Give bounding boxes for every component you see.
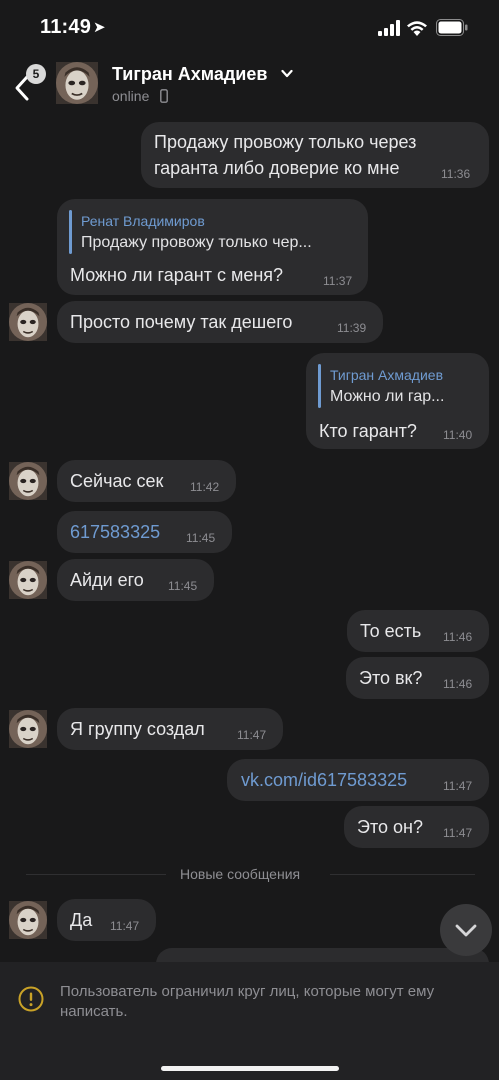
message-incoming[interactable]: 617583325 11:45: [57, 511, 232, 553]
home-indicator[interactable]: [161, 1066, 339, 1071]
message-outgoing[interactable]: Тигран Ахмадиев Можно ли гар... Кто гара…: [306, 353, 489, 449]
message-text: Да: [70, 910, 93, 930]
new-messages-divider: Новые сообщения: [180, 866, 301, 882]
battery-icon: [436, 19, 468, 36]
message-time: 11:47: [110, 919, 140, 933]
sender-avatar[interactable]: [9, 901, 47, 939]
message-text: То есть: [360, 621, 422, 641]
message-time: 11:46: [443, 677, 473, 691]
reply-text[interactable]: Продажу провожу только чер...: [81, 234, 312, 252]
message-time: 11:40: [443, 428, 473, 442]
contact-status: online: [112, 88, 150, 104]
warning-icon: [18, 986, 44, 1012]
back-button[interactable]: 5: [10, 64, 48, 104]
message-time: 11:47: [443, 826, 473, 840]
divider-line: [26, 874, 166, 875]
chevron-down-scroll-icon: [455, 924, 477, 937]
wifi-icon: [407, 21, 427, 36]
message-text: Можно ли гарант с меня?: [70, 265, 284, 285]
message-outgoing[interactable]: То есть 11:46: [347, 610, 489, 652]
reply-text[interactable]: Можно ли гар...: [330, 388, 444, 406]
message-time: 11:45: [186, 531, 216, 545]
message-text: Кто гарант?: [319, 421, 417, 441]
status-bar: 11:49 ➤: [0, 0, 499, 56]
message-incoming[interactable]: Сейчас сек 11:42: [57, 460, 236, 502]
chat-header: 5 Тигран Ахмадиев online: [0, 56, 499, 114]
message-text: гаранта либо доверие ко мне: [154, 158, 400, 178]
message-incoming[interactable]: Я группу создал 11:47: [57, 708, 283, 750]
cellular-signal-icon: [378, 20, 400, 36]
contact-name[interactable]: Тигран Ахмадиев: [112, 64, 267, 85]
message-text: Это вк?: [359, 668, 423, 688]
phone-icon: [160, 89, 168, 103]
restriction-notice: Пользователь ограничил круг лиц, которые…: [0, 962, 499, 1080]
sender-avatar[interactable]: [9, 303, 47, 341]
message-incoming[interactable]: Просто почему так дешего 11:39: [57, 301, 383, 343]
reply-quote-bar: [69, 210, 72, 254]
chevron-down-icon[interactable]: [281, 69, 293, 79]
reply-author[interactable]: Ренат Владимиров: [81, 213, 205, 229]
message-text: Я группу создал: [70, 719, 205, 739]
contact-avatar[interactable]: [56, 62, 98, 104]
scroll-to-bottom-button[interactable]: [440, 904, 492, 956]
message-text: Это он?: [357, 817, 423, 837]
message-time: 11:47: [237, 728, 267, 742]
message-outgoing[interactable]: Это вк? 11:46: [346, 657, 489, 699]
restriction-text: Пользователь ограничил круг лиц, которые…: [60, 983, 435, 1020]
message-time: 11:37: [323, 274, 353, 288]
message-time: 11:45: [168, 579, 198, 593]
message-text: Сейчас сек: [70, 471, 164, 491]
message-incoming[interactable]: Айди его 11:45: [57, 559, 214, 601]
message-time: 11:47: [443, 779, 473, 793]
message-outgoing[interactable]: Это он? 11:47: [344, 806, 489, 848]
divider-line: [330, 874, 475, 875]
sender-avatar[interactable]: [9, 462, 47, 500]
message-time: 11:42: [190, 480, 220, 494]
message-time: 11:36: [441, 167, 471, 181]
message-time: 11:46: [443, 630, 473, 644]
location-icon: ➤: [93, 19, 106, 36]
message-time: 11:39: [337, 321, 367, 335]
message-outgoing[interactable]: vk.com/id617583325 11:47: [227, 759, 489, 801]
message-incoming[interactable]: Да 11:47: [57, 899, 156, 941]
message-text: Продажу провожу только через: [154, 132, 417, 152]
message-incoming[interactable]: Ренат Владимиров Продажу провожу только …: [57, 199, 368, 295]
reply-author[interactable]: Тигран Ахмадиев: [330, 367, 443, 383]
unread-count-badge: 5: [26, 64, 46, 84]
message-text: Айди его: [70, 570, 144, 590]
message-outgoing[interactable]: Продажу провожу только через гаранта либ…: [141, 122, 489, 188]
reply-quote-bar: [318, 364, 321, 408]
message-link[interactable]: 617583325: [70, 522, 160, 543]
message-text: Просто почему так дешего: [70, 312, 293, 332]
status-time: 11:49: [40, 16, 92, 38]
sender-avatar[interactable]: [9, 710, 47, 748]
message-link[interactable]: vk.com/id617583325: [241, 770, 407, 791]
sender-avatar[interactable]: [9, 561, 47, 599]
